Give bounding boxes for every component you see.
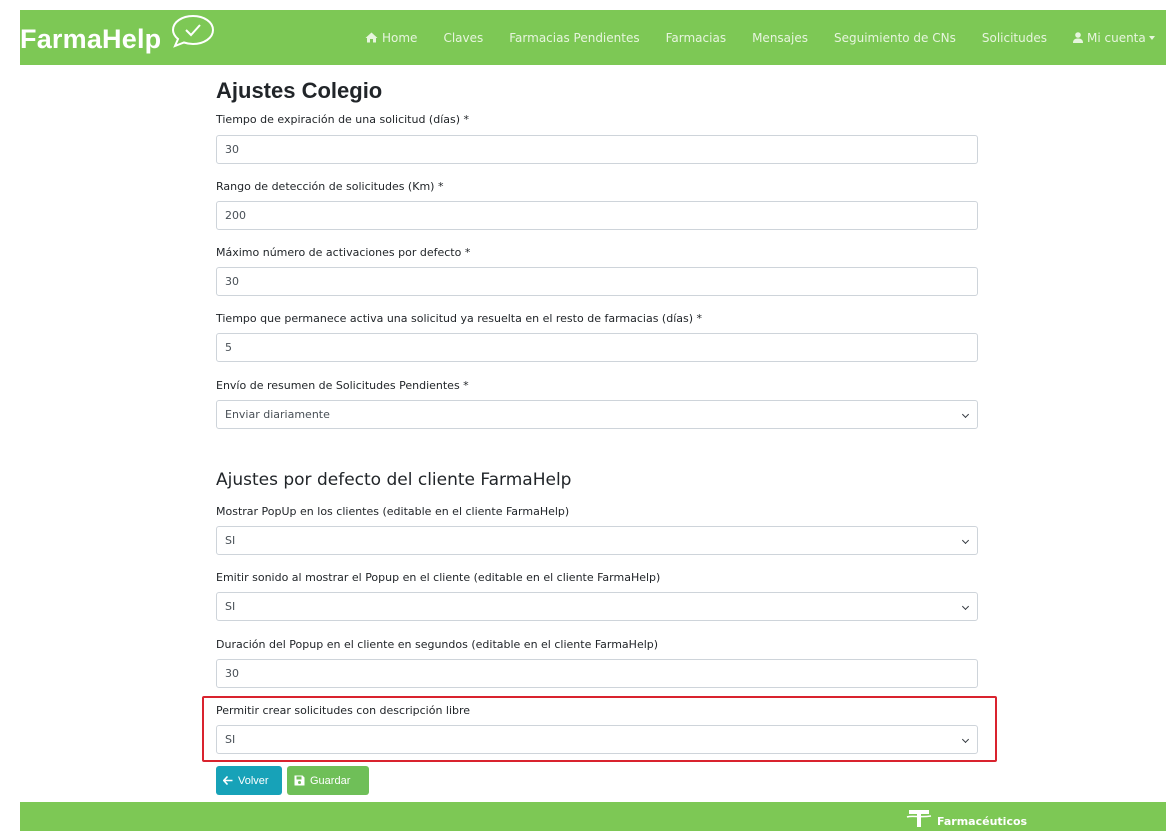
nav-farmacias[interactable]: Farmacias [666, 31, 726, 45]
floppy-disk-icon [294, 775, 305, 786]
nav-home-label: Home [382, 30, 418, 45]
nav-mi-cuenta-dropdown[interactable]: Mi cuenta [1072, 30, 1155, 45]
nav-links: Home Claves Farmacias Pendientes Farmaci… [365, 10, 1155, 65]
active-time-input[interactable]: 5 [216, 333, 978, 362]
back-button[interactable]: Volver [216, 766, 282, 795]
field-label-range: Rango de detección de solicitudes (Km) * [216, 180, 444, 193]
field-label-duration: Duración del Popup en el cliente en segu… [216, 638, 659, 651]
footer: Farmacéuticos [20, 802, 1166, 831]
summary-frequency-select[interactable]: Enviar diariamente [216, 400, 978, 429]
nav-solicitudes-label: Solicitudes [981, 30, 1047, 45]
nav-mensajes-label: Mensajes [752, 30, 808, 45]
nav-home[interactable]: Home [365, 31, 417, 45]
nav-mi-cuenta-label: Mi cuenta [1086, 30, 1146, 45]
pharmacy-logo-icon [906, 810, 932, 827]
field-label-sound: Emitir sonido al mostrar el Popup en el … [216, 571, 661, 584]
nav-claves-label: Claves [443, 30, 484, 45]
user-icon [1072, 32, 1083, 43]
section-title-client: Ajustes por defecto del cliente FarmaHel… [216, 470, 572, 490]
footer-logo: Farmacéuticos [905, 806, 1027, 828]
nav-solicitudes[interactable]: Solicitudes [982, 31, 1047, 45]
popup-duration-input[interactable]: 30 [216, 659, 978, 688]
top-navbar: FarmaHelp Home Claves Farmacias Pendient… [20, 10, 1166, 65]
max-activations-input[interactable]: 30 [216, 267, 978, 296]
nav-seguimiento-cns[interactable]: Seguimiento de CNs [834, 31, 956, 45]
nav-claves[interactable]: Claves [443, 31, 483, 45]
chat-check-icon [171, 14, 215, 48]
nav-mensajes[interactable]: Mensajes [752, 31, 808, 45]
save-button-label: Guardar [310, 774, 351, 787]
page-title: Ajustes Colegio [216, 78, 383, 103]
field-label-summary: Envío de resumen de Solicitudes Pendient… [216, 379, 469, 392]
detection-range-input[interactable]: 200 [216, 201, 978, 230]
arrow-left-icon [223, 776, 233, 785]
footer-logo-text: Farmacéuticos [937, 814, 1028, 828]
field-label-expiration: Tiempo de expiración de una solicitud (d… [216, 113, 470, 126]
settings-form: Ajustes Colegio Tiempo de expiración de … [216, 65, 978, 754]
caret-down-icon [1148, 35, 1155, 40]
nav-farmacias-label: Farmacias [665, 30, 727, 45]
nav-farmacias-pendientes-label: Farmacias Pendientes [509, 30, 640, 45]
back-button-label: Volver [238, 774, 269, 787]
home-icon [365, 32, 378, 43]
field-label-activations: Máximo número de activaciones por defect… [216, 246, 471, 259]
nav-farmacias-pendientes[interactable]: Farmacias Pendientes [509, 31, 639, 45]
brand-logo[interactable]: FarmaHelp [20, 10, 215, 65]
popup-sound-select[interactable]: SI [216, 592, 978, 621]
expiration-days-input[interactable]: 30 [216, 135, 978, 164]
show-popup-select[interactable]: SI [216, 526, 978, 555]
nav-seguimiento-cns-label: Seguimiento de CNs [834, 30, 956, 45]
field-label-active-time: Tiempo que permanece activa una solicitu… [216, 312, 703, 325]
highlight-box [202, 696, 997, 762]
field-label-popup: Mostrar PopUp en los clientes (editable … [216, 505, 570, 518]
brand-name: FarmaHelp [20, 24, 162, 54]
save-button[interactable]: Guardar [287, 766, 369, 795]
